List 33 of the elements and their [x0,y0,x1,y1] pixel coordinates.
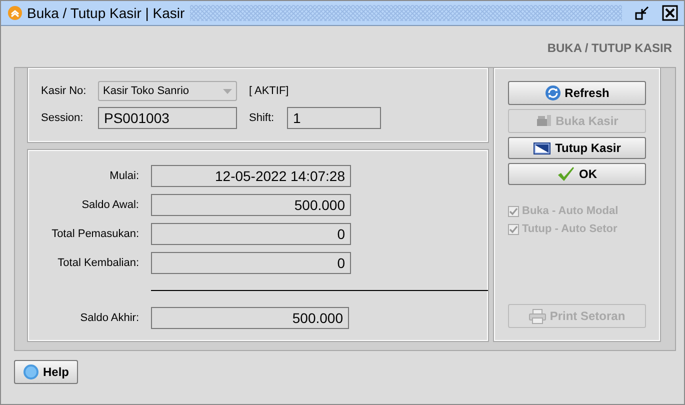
restore-icon[interactable] [635,6,649,20]
close-icon[interactable] [662,5,678,21]
field-label: Shift: [249,112,276,124]
field-label: Total Kembalian: [56,257,139,269]
value-field[interactable]: 500.000 [151,194,351,216]
session-field[interactable]: PS001003 [98,107,237,129]
dropdown-arrow-icon[interactable] [223,88,232,94]
field-label: Session: [41,112,84,124]
form-heading: BUKA / TUTUP KASIR [547,41,672,55]
cashier-dropdown[interactable]: Kasir Toko Sanrio [98,81,237,101]
printer-icon [528,308,546,324]
field-label: Mulai: [108,170,139,182]
action-button[interactable]: OK [508,163,646,185]
value-field[interactable]: 0 [151,252,351,274]
picture-frame-icon [533,142,552,154]
total-field[interactable]: 500.000 [151,307,349,329]
field-label: Saldo Awal: [80,199,139,211]
status-text: [ AKTIF] [249,85,289,97]
action-button[interactable]: Refresh [508,81,646,105]
window-title: Buka / Tutup Kasir | Kasir [27,5,185,21]
help-icon [22,364,39,380]
refresh-icon [544,85,561,101]
field-label: Total Pemasukan: [50,228,139,240]
help-button[interactable]: Help [14,360,78,384]
register-icon [536,114,552,128]
field-label: Kasir No: [41,85,88,97]
action-button[interactable]: Tutup Kasir [508,137,646,159]
value-field[interactable]: 12-05-2022 14:07:28 [151,165,351,187]
field-label: Saldo Akhir: [79,312,139,324]
value-field[interactable]: 0 [151,223,351,245]
app-logo-icon [8,6,22,20]
check-icon [557,166,575,182]
shift-field[interactable]: 1 [287,107,381,129]
